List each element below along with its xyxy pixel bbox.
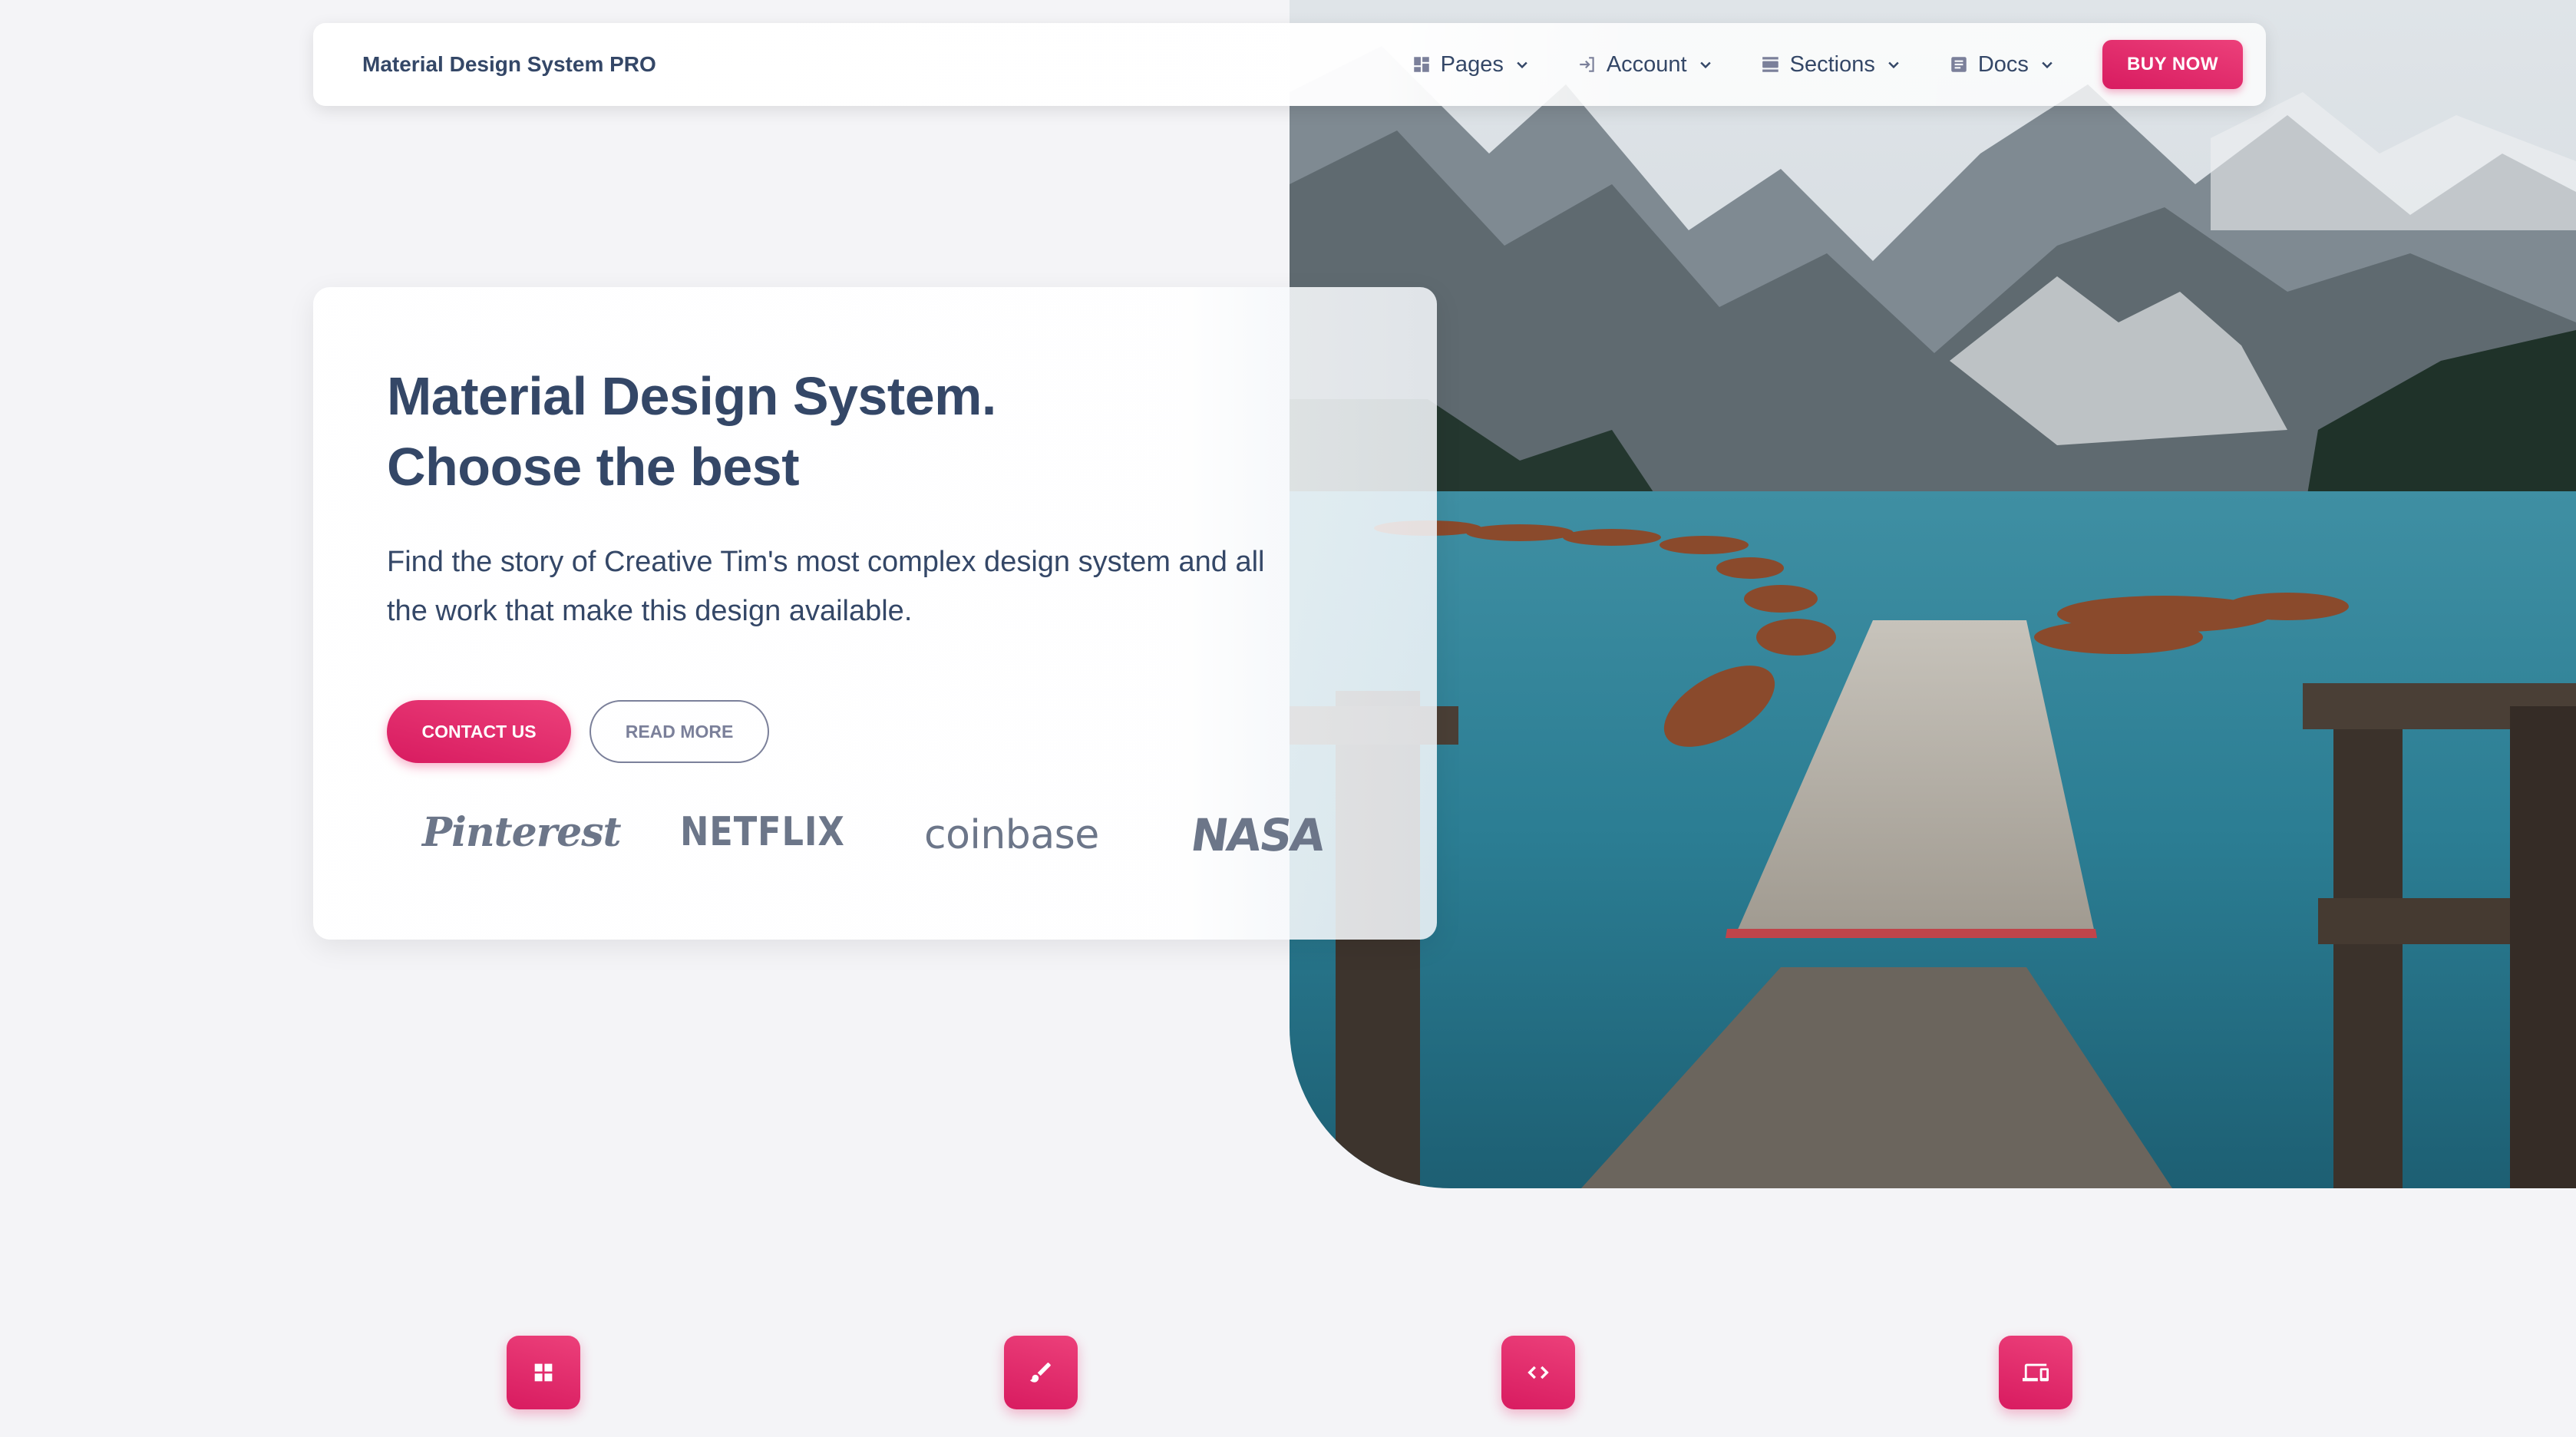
nav-item-account[interactable]: Account (1577, 52, 1713, 78)
article-icon (1951, 57, 1967, 72)
view-day-icon (1762, 57, 1778, 72)
chevron-down-icon (1517, 61, 1527, 69)
feature-code-icon-tile (1501, 1336, 1575, 1409)
nav-item-label: Account (1606, 51, 1687, 77)
hero-landscape-image (1290, 0, 2576, 1188)
hero-title: Material Design System. Choose the best (387, 361, 996, 502)
nav-item-sections[interactable]: Sections (1761, 52, 1901, 78)
netflix-logo: NETFLIX (680, 809, 845, 855)
feature-devices-icon-tile (1999, 1336, 2072, 1409)
hero-card: Material Design System. Choose the best … (313, 287, 1437, 940)
buy-now-button[interactable]: BUY NOW (2102, 40, 2243, 89)
nav-menu: Pages Account Sections Docs BUY NOW (1412, 23, 2243, 106)
chevron-down-icon (1888, 61, 1899, 69)
login-icon (1580, 57, 1594, 72)
feature-brush-icon-tile (1004, 1336, 1078, 1409)
hero-title-line1: Material Design System. (387, 366, 996, 426)
feature-grid-icon-tile (507, 1336, 580, 1409)
pinterest-logo: Pinterest (422, 809, 622, 856)
coinbase-logo: coinbase (924, 812, 1099, 858)
nav-item-pages[interactable]: Pages (1412, 52, 1530, 78)
nav-item-docs[interactable]: Docs (1949, 52, 2055, 78)
hero-description: Find the story of Creative Tim's most co… (387, 546, 1265, 627)
chevron-down-icon (1699, 61, 1711, 69)
hero-title-line2: Choose the best (387, 437, 800, 497)
code-icon (1527, 1366, 1549, 1379)
top-navbar: Material Design System PRO Pages Account… (313, 23, 2266, 106)
nav-item-label: Docs (1977, 51, 2029, 77)
read-more-button[interactable]: READ MORE (590, 700, 769, 763)
grid-icon (534, 1363, 553, 1382)
dashboard-icon (1413, 57, 1429, 72)
nav-item-label: Sections (1789, 51, 1875, 77)
brush-icon (1029, 1363, 1051, 1382)
page: Material Design System PRO Pages Account… (0, 0, 2576, 1437)
brand-title[interactable]: Material Design System PRO (362, 52, 656, 77)
devices-icon (2023, 1363, 2049, 1382)
nav-item-label: Pages (1440, 51, 1504, 77)
chevron-down-icon (2042, 61, 2053, 69)
contact-us-button[interactable]: CONTACT US (387, 700, 571, 763)
nasa-logo: NASA (1187, 809, 1327, 861)
